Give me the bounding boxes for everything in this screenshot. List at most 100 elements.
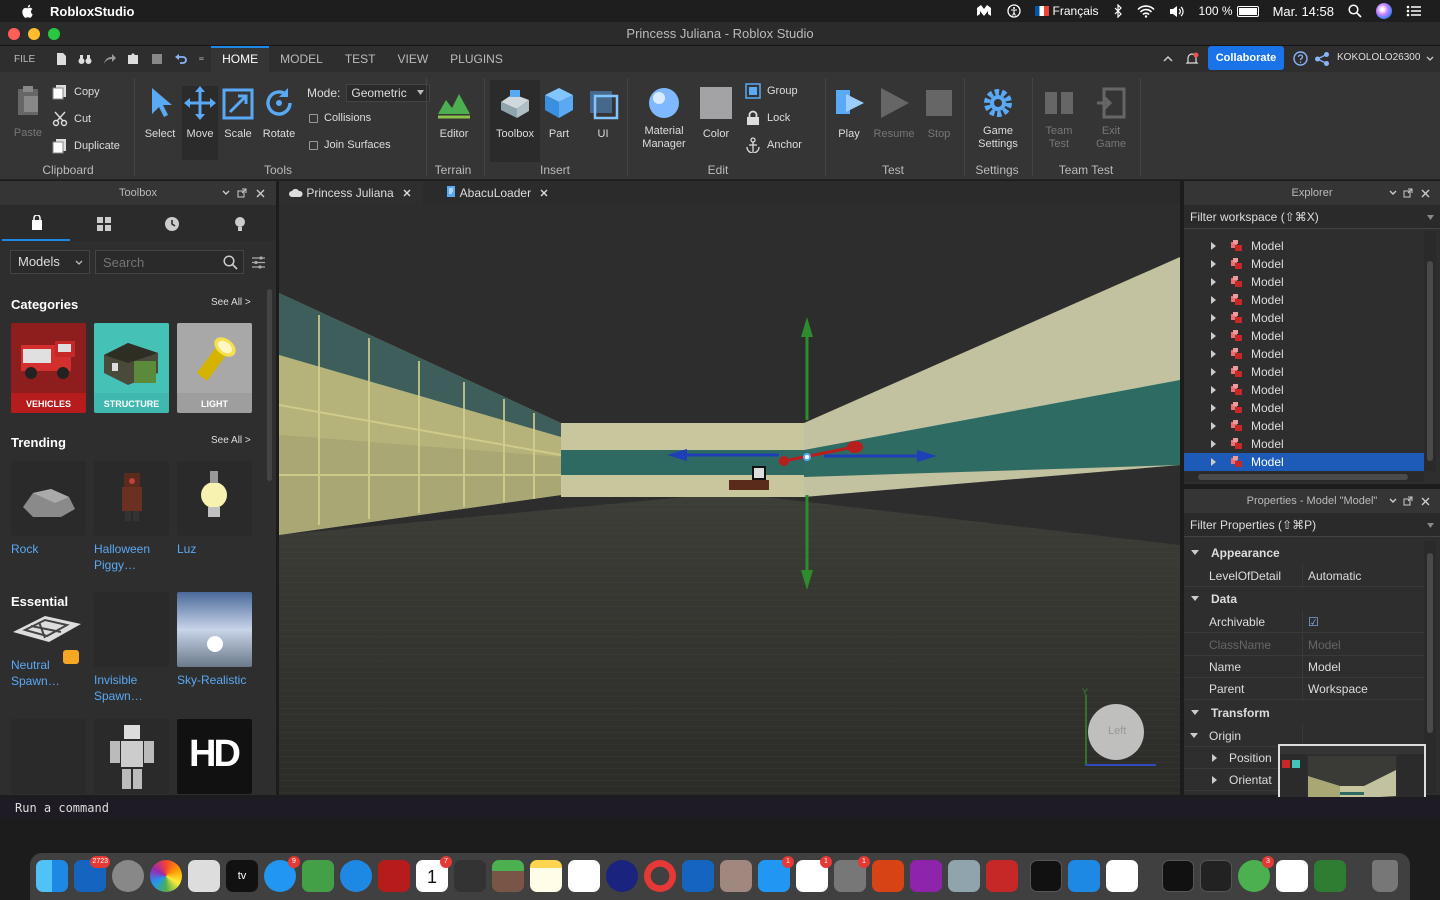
- chess-icon[interactable]: [454, 860, 486, 892]
- share-game-icon[interactable]: [1314, 51, 1330, 67]
- property-archivable[interactable]: Archivable ☑: [1184, 611, 1424, 633]
- move-tool-button[interactable]: Move: [182, 86, 218, 160]
- close-panel-icon[interactable]: [1421, 497, 1430, 506]
- powerpoint-icon[interactable]: [872, 860, 904, 892]
- collisions-checkbox[interactable]: [309, 113, 318, 123]
- join-surfaces-toggle[interactable]: Join Surfaces: [309, 139, 391, 151]
- explorer-item-model[interactable]: Model: [1184, 273, 1424, 291]
- panel-menu-chevron-icon[interactable]: [1389, 498, 1397, 504]
- tab-model[interactable]: MODEL: [269, 46, 334, 72]
- file-menu[interactable]: FILE: [0, 46, 49, 72]
- notifications-icon[interactable]: [1185, 52, 1199, 66]
- photos-library-icon[interactable]: 2723: [74, 856, 110, 892]
- share-icon[interactable]: [102, 52, 117, 66]
- category-vehicles[interactable]: VEHICLES: [11, 323, 86, 413]
- property-value[interactable]: Model: [1308, 656, 1341, 678]
- exit-game-button[interactable]: Exit Game: [1090, 86, 1132, 151]
- undock-icon[interactable]: [1403, 188, 1413, 198]
- wifi-icon[interactable]: [1136, 4, 1155, 18]
- expand-arrow-icon[interactable]: [1211, 422, 1216, 430]
- scroll-thumb[interactable]: [1198, 474, 1408, 480]
- roblox-icon[interactable]: [1106, 860, 1138, 892]
- explorer-item-model[interactable]: Model: [1184, 255, 1424, 273]
- explorer-item-model[interactable]: Model: [1184, 309, 1424, 327]
- paste-button[interactable]: Paste: [10, 84, 46, 139]
- siri-icon[interactable]: [1376, 3, 1392, 19]
- tab-home[interactable]: HOME: [211, 46, 270, 72]
- console-icon[interactable]: [1200, 860, 1232, 892]
- activity-monitor-icon[interactable]: [1162, 860, 1194, 892]
- toolbox-item-hd[interactable]: HD: [177, 719, 252, 794]
- terminal-icon[interactable]: [1030, 860, 1062, 892]
- duplicate-button[interactable]: Duplicate: [52, 138, 120, 154]
- username-menu[interactable]: KOKOLOLO26300: [1337, 52, 1420, 63]
- explorer-item-model[interactable]: Model: [1184, 363, 1424, 381]
- undock-icon[interactable]: [1403, 496, 1413, 506]
- input-language[interactable]: Français: [1034, 4, 1099, 18]
- search-input[interactable]: [96, 251, 218, 273]
- bluetooth-icon[interactable]: [1113, 4, 1123, 18]
- property-name[interactable]: Name Model: [1184, 656, 1424, 678]
- expand-arrow-icon[interactable]: [1211, 458, 1216, 466]
- join-surfaces-checkbox[interactable]: [309, 140, 318, 150]
- copy-button[interactable]: Copy: [52, 84, 100, 100]
- material-manager-button[interactable]: Material Manager: [633, 86, 695, 151]
- categories-see-all-link[interactable]: See All >: [211, 297, 251, 308]
- cut-button[interactable]: Cut: [52, 111, 91, 127]
- viewport-3d[interactable]: Left Y: [279, 205, 1180, 795]
- expand-arrow-icon[interactable]: [1211, 350, 1216, 358]
- section-transform[interactable]: Transform: [1184, 702, 1424, 724]
- property-value[interactable]: Workspace: [1308, 678, 1368, 700]
- lock-button[interactable]: Lock: [745, 110, 790, 126]
- archivable-checkbox[interactable]: ☑: [1308, 611, 1319, 633]
- scale-tool-button[interactable]: Scale: [220, 86, 256, 140]
- panel-menu-chevron-icon[interactable]: [222, 190, 230, 196]
- volume-icon[interactable]: [1169, 5, 1185, 18]
- tab-test[interactable]: TEST: [334, 46, 387, 72]
- expand-arrow-icon[interactable]: [1211, 278, 1216, 286]
- toolbox-item-halloween-piggy[interactable]: Halloween Piggy…: [94, 461, 169, 573]
- preview-icon[interactable]: [188, 860, 220, 892]
- scroll-thumb[interactable]: [1427, 261, 1433, 461]
- tab-marketplace[interactable]: [2, 205, 70, 241]
- expand-arrow-icon[interactable]: [1211, 404, 1216, 412]
- tab-princess-juliana[interactable]: Princess Juliana: [279, 181, 423, 205]
- explorer-item-model[interactable]: Model: [1184, 435, 1424, 453]
- publish-icon[interactable]: [126, 52, 140, 66]
- notebook-icon[interactable]: [720, 860, 752, 892]
- mode-selector[interactable]: Mode: Geometric: [307, 84, 430, 102]
- command-bar[interactable]: Run a command: [0, 797, 1440, 819]
- expand-arrow-icon[interactable]: [1211, 332, 1216, 340]
- clock[interactable]: Mar. 14:58: [1273, 4, 1334, 19]
- properties-filter-input[interactable]: Filter Properties (⇧⌘P): [1184, 513, 1440, 537]
- expand-arrow-icon[interactable]: [1211, 314, 1216, 322]
- category-structure[interactable]: STRUCTURE: [94, 323, 169, 413]
- messages-icon[interactable]: 9: [264, 856, 300, 892]
- group-button[interactable]: Group: [745, 83, 798, 99]
- toolbox-scrollbar[interactable]: [267, 289, 272, 481]
- tab-abaculoader[interactable]: AbacuLoader: [435, 181, 565, 205]
- collaborate-button[interactable]: Collaborate: [1208, 46, 1284, 70]
- roblox-studio-icon[interactable]: [1068, 860, 1100, 892]
- view-cube-label[interactable]: Left: [1108, 725, 1126, 737]
- close-panel-icon[interactable]: [256, 189, 265, 198]
- launchpad-icon[interactable]: [112, 860, 144, 892]
- control-center-icon[interactable]: [1406, 5, 1422, 17]
- collapse-ribbon-icon[interactable]: [1163, 55, 1173, 63]
- toolbox-item-luz[interactable]: Luz: [177, 461, 252, 557]
- undo-icon[interactable]: [174, 52, 188, 66]
- part-button[interactable]: Part: [542, 86, 576, 140]
- trending-see-all-link[interactable]: See All >: [211, 435, 251, 446]
- creations-lightbulb-icon[interactable]: [233, 216, 247, 232]
- toolbox-item-sky-realistic[interactable]: Sky-Realistic: [177, 592, 252, 688]
- anchor-button[interactable]: Anchor: [745, 137, 802, 153]
- explorer-filter-input[interactable]: Filter workspace (⇧⌘X): [1184, 205, 1440, 229]
- notes-icon[interactable]: [530, 860, 562, 892]
- reminders-icon[interactable]: [568, 860, 600, 892]
- photo-booth-icon[interactable]: [378, 860, 410, 892]
- terrain-editor-button[interactable]: Editor: [432, 86, 476, 140]
- panel-menu-chevron-icon[interactable]: [1389, 190, 1397, 196]
- spotlight-search-icon[interactable]: [1348, 4, 1362, 18]
- expand-arrow-icon[interactable]: [1211, 440, 1216, 448]
- color-button[interactable]: Color: [698, 86, 734, 140]
